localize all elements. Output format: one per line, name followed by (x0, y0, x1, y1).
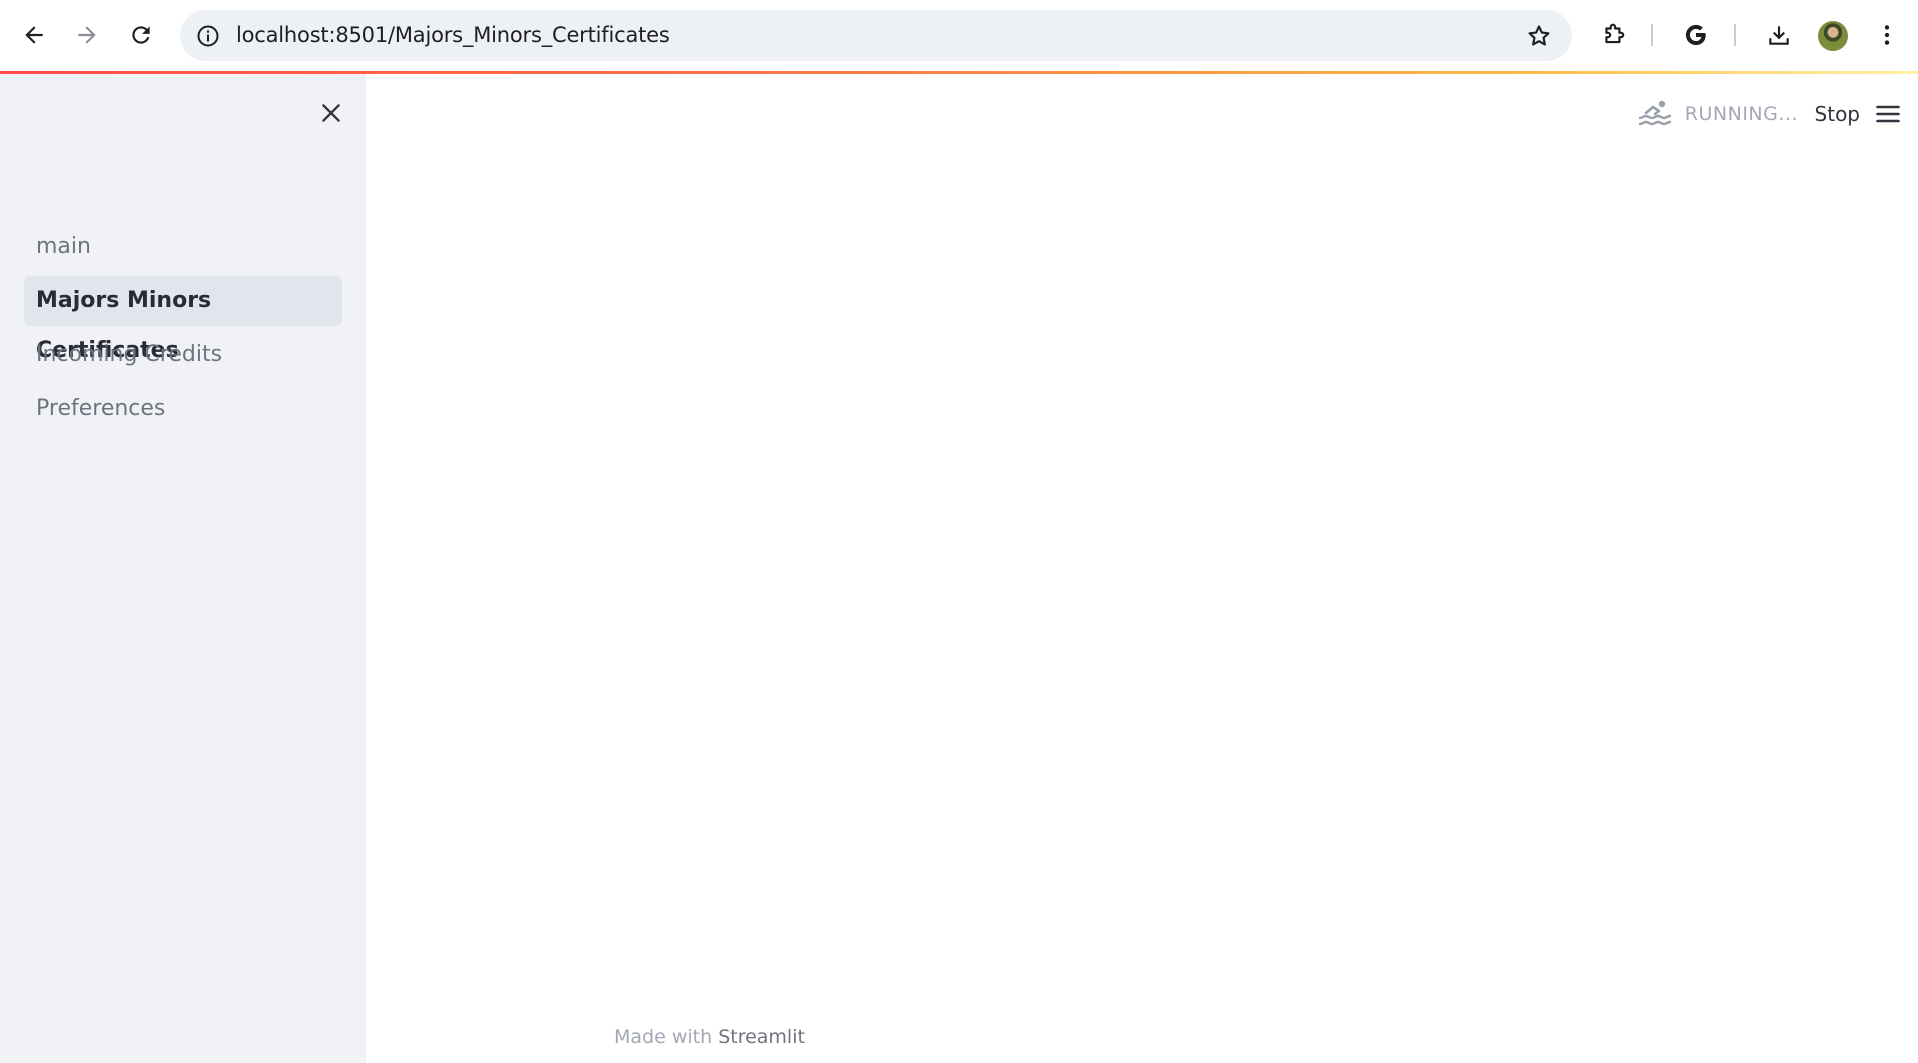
reload-button[interactable] (120, 14, 162, 56)
toolbar-divider (1734, 24, 1736, 46)
sidebar-item-preferences[interactable]: Preferences (24, 384, 342, 434)
sidebar-item-incoming-credits[interactable]: Incoming Credits (24, 330, 342, 380)
extensions-button[interactable] (1593, 14, 1635, 56)
sidebar-item-main[interactable]: main (24, 222, 342, 272)
sidebar: main Majors Minors Certificates Incoming… (0, 74, 366, 1063)
back-arrow-icon (25, 26, 43, 44)
kebab-menu-icon (1884, 25, 1890, 45)
toolbar-divider (1651, 24, 1653, 46)
sidebar-item-majors-minors-certificates[interactable]: Majors Minors Certificates (24, 276, 342, 363)
footer-prefix: Made with (614, 1026, 713, 1048)
info-icon[interactable] (194, 22, 221, 49)
google-g-icon (1685, 24, 1706, 46)
puzzle-icon (1605, 23, 1625, 44)
swimmer-icon (1638, 100, 1671, 126)
forward-button[interactable] (66, 14, 108, 56)
close-icon (322, 104, 340, 122)
hamburger-icon (1876, 105, 1900, 123)
back-button[interactable] (13, 14, 55, 56)
forward-arrow-icon (78, 26, 96, 44)
downloads-button[interactable] (1758, 14, 1800, 56)
url-text[interactable]: localhost:8501/Majors_Minors_Certificate… (236, 10, 670, 61)
footer-brand-link[interactable]: Streamlit (718, 1026, 805, 1048)
google-button[interactable] (1675, 14, 1717, 56)
download-icon (1769, 26, 1789, 45)
browser-menu-button[interactable] (1866, 14, 1908, 56)
footer: Made with Streamlit (614, 1026, 805, 1048)
running-status: RUNNING... (1637, 94, 1798, 134)
reload-icon (132, 26, 150, 44)
main-content: RUNNING... Stop Made with Streamlit (366, 74, 1918, 1063)
address-bar[interactable]: localhost:8501/Majors_Minors_Certificate… (180, 10, 1572, 61)
profile-avatar[interactable] (1818, 21, 1848, 51)
browser-toolbar: localhost:8501/Majors_Minors_Certificate… (0, 0, 1918, 72)
page-navigation: main Majors Minors Certificates Incoming… (24, 222, 342, 438)
sidebar-close-button[interactable] (314, 96, 348, 130)
app-menu-button[interactable] (1872, 98, 1904, 130)
star-icon[interactable] (1524, 21, 1554, 51)
running-status-text: RUNNING... (1684, 103, 1798, 125)
stop-button[interactable]: Stop (1815, 94, 1860, 134)
